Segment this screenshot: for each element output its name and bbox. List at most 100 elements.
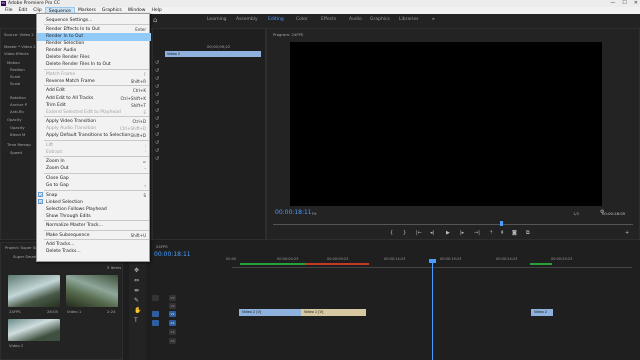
track-target[interactable] [152,311,159,317]
close-button[interactable]: ✕ [634,0,638,6]
settings-wrench-icon[interactable]: ⚙ [600,209,604,215]
menu-separator [44,68,149,70]
fit-dropdown[interactable]: Fit [312,211,316,216]
timeline-timecode[interactable]: 00:00:18:11 [154,251,191,258]
menu-item-label: Lift [46,142,54,148]
track-label[interactable]: V1 [169,311,176,317]
menu-item-shortcut: Ctrl+Shift+K [120,95,146,101]
timeline-clip[interactable]: Video 2 [V] [239,309,301,316]
workspace-tab-effects[interactable]: Effects [321,17,336,22]
menu-item-label: Render Audio [46,48,77,54]
track-target[interactable] [152,320,159,326]
clip-duration: 2:24 [107,309,116,314]
track-label[interactable]: A2 [169,329,176,335]
lift-icon[interactable]: ⇡ [489,230,493,236]
keyframe-reset-icons[interactable]: ↺ ↺ ↺ ↺ ↺ ↺ ↺ ↺ ↺ ↺ ↺ ↺ ↺ [155,59,160,163]
menu-item-zoom-out[interactable]: Zoom Out - [37,165,151,173]
ec-row: Blend M [10,132,26,137]
panel-tab-source[interactable]: Source: Video 2 [4,32,34,37]
workspace-tab-assembly[interactable]: Assembly [236,17,258,22]
program-scrubber[interactable] [273,224,633,225]
tool-icons[interactable]: ✥ ⇔ ⇹ ✎ ✋ T [134,266,141,326]
workspace-tab-color[interactable]: Color [296,17,308,22]
workspace-tab-editing[interactable]: Editing [268,17,284,22]
home-icon[interactable]: ⌂ [153,17,160,24]
clip-thumbnail[interactable] [66,275,118,307]
mark-out-icon[interactable]: } [403,230,406,236]
compare-icon[interactable]: ⧉ [526,230,530,236]
ec-row: Opacity [10,125,25,130]
window-title: Adobe Premiere Pro CC [8,1,61,6]
menu-file[interactable]: File [2,7,16,14]
menu-item-shortcut: E [143,109,146,115]
menu-item-label: Zoom Out [46,166,69,172]
clip-thumbnail[interactable] [8,275,60,307]
track-label[interactable]: V3 [169,295,176,301]
ruler-label: 00:00:24:23 [496,257,518,261]
program-playhead[interactable] [500,221,503,226]
menu-item-delete-render-files-in-to-out[interactable]: Delete Render Files In to Out [37,61,151,69]
maximize-button[interactable]: ☐ [622,0,626,6]
menu-item-label: Linked Selection [46,199,83,205]
menu-item-delete-tracks[interactable]: Delete Tracks... [37,248,151,256]
menu-item-apply-default-transitions-to-selection[interactable]: Apply Default Transitions to Selection Sh… [37,132,151,140]
step-back-icon[interactable]: ◂| [430,230,434,236]
submenu-arrow-icon: › [144,183,146,189]
program-tab[interactable]: Program: 24FPS [273,32,303,37]
menu-item-label: Selection Follows Playhead [46,206,107,212]
source-timecode: 00;00;09;22 [207,44,231,49]
menu-item-shortcut: Ctrl+K [132,88,146,94]
menu-item-shortcut: Enter [135,27,146,33]
clip-thumbnail[interactable] [8,319,60,341]
render-bar-red [305,263,369,265]
menu-edit[interactable]: Edit [16,7,31,14]
quality-dropdown[interactable]: 1/2 [573,211,579,216]
track-target[interactable] [152,295,159,301]
menu-item-go-to-gap[interactable]: Go to Gap › [37,182,151,190]
play-icon[interactable]: ▶ [446,230,450,236]
workspace-tab-graphics[interactable]: Graphics [370,17,390,22]
ec-row: Opacity [7,117,22,122]
menu-item-label: Trim Edit [46,102,66,108]
timeline-clip[interactable]: Video 2 [531,309,553,316]
menu-item-label: Render Effects In to Out [46,27,100,33]
track-label[interactable]: A3 [169,338,176,344]
program-video-frame [290,42,602,206]
playhead-handle[interactable] [429,259,436,263]
menu-item-make-subsequence[interactable]: Make Subsequence Shift+U [37,231,151,239]
program-timecode[interactable]: 00:00:18:11 [275,209,312,216]
step-forward-icon[interactable]: |▸ [460,230,464,236]
menu-item-sequence-settings[interactable]: Sequence Settings... [37,16,151,24]
menu-item-shortcut: - [144,166,146,172]
menu-item-label: Apply Audio Transition [46,126,97,132]
menu-item-label: Add Edit to All Tracks [46,95,94,101]
go-to-out-icon[interactable]: →| [474,230,480,236]
track-label[interactable]: A1 [169,320,176,326]
menu-item-shortcut: = [142,159,146,165]
menu-item-reverse-match-frame[interactable]: Reverse Match Frame Shift+R [37,77,151,85]
source-clip[interactable]: Video 2 [165,51,261,57]
menu-separator [44,239,149,240]
menu-separator [44,139,149,141]
go-to-in-icon[interactable]: |← [416,230,422,236]
menu-item-label: Extract [46,149,63,155]
ec-row: Rotation [10,95,26,100]
menu-item-show-through-edits[interactable]: Show Through Edits [37,212,151,220]
timeline-playhead[interactable] [432,260,433,360]
workspace-tab-libraries[interactable]: Libraries [399,17,418,22]
workspace-tab-learning[interactable]: Learning [207,17,227,22]
menu-item-shortcut: Ctrl+Shift+D [120,126,146,132]
timeline-tab[interactable]: 24FPS [156,244,168,249]
track-label[interactable]: V2 [169,303,176,309]
workspace-tab-audio[interactable]: Audio [349,17,362,22]
menu-help[interactable]: Help [148,7,164,14]
timeline-clip[interactable]: Video 1 [V] [301,309,366,316]
ruler-label: 00:00:14:23 [384,257,406,261]
workspace-more-button[interactable]: » [432,17,435,22]
minimize-button[interactable]: — [610,0,615,6]
export-frame-icon[interactable]: ◙ [512,230,517,236]
menu-item-normalize-master-track[interactable]: Normalize Master Track... [37,222,151,230]
add-button-icon[interactable]: + [625,230,629,236]
extract-icon[interactable]: ⇞ [500,230,504,236]
mark-in-icon[interactable]: { [390,230,393,236]
